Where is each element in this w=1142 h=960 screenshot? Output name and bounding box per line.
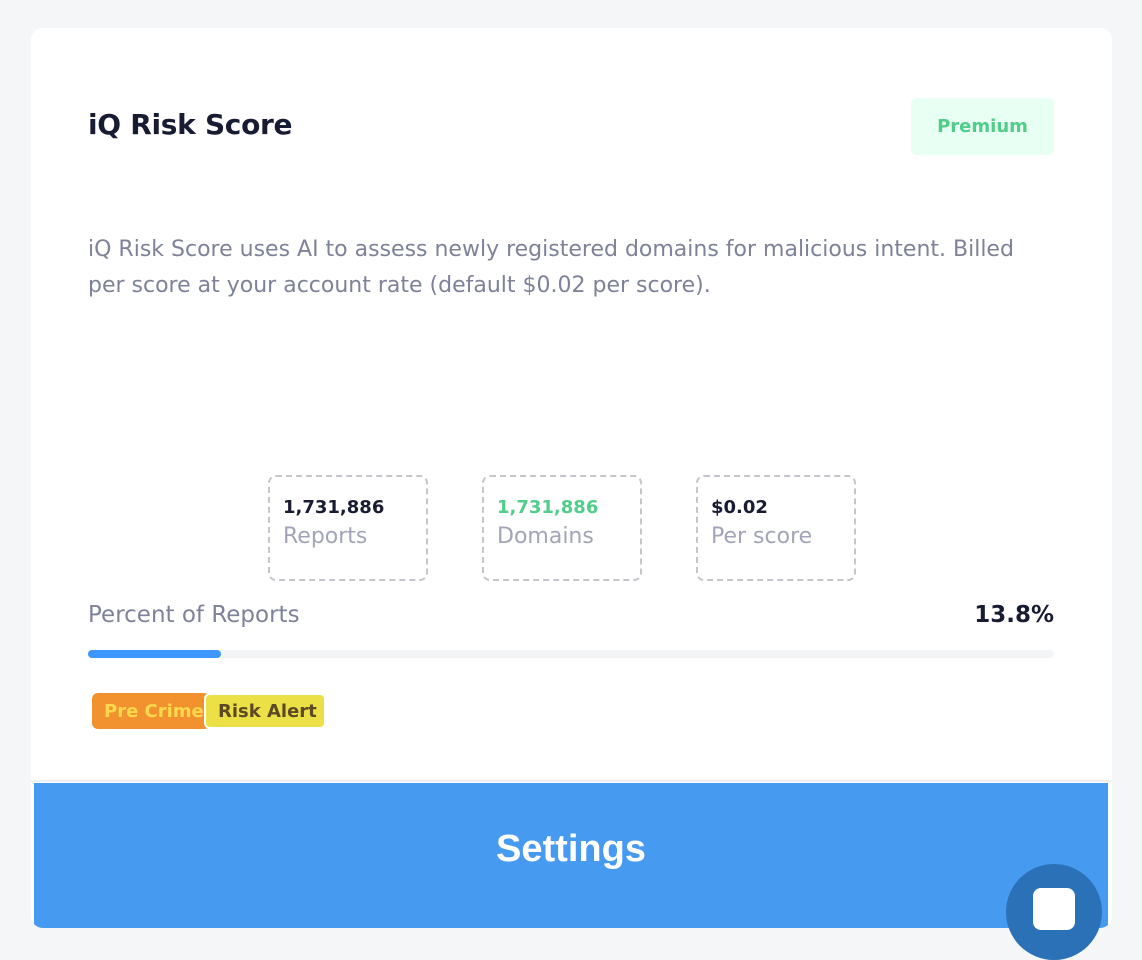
stat-reports-label: Reports — [283, 524, 368, 549]
stat-per-score: $0.02 Per score — [696, 475, 856, 581]
stat-reports-value: 1,731,886 — [283, 497, 385, 518]
premium-badge: Premium — [911, 98, 1054, 155]
stat-domains-value: 1,731,886 — [497, 497, 599, 518]
stat-reports: 1,731,886 Reports — [268, 475, 428, 581]
stat-per-score-label: Per score — [711, 524, 813, 549]
stat-per-score-value: $0.02 — [711, 497, 768, 518]
stat-domains: 1,731,886 Domains — [482, 475, 642, 581]
divider — [31, 780, 1112, 782]
tag-risk-alert: Risk Alert — [204, 693, 326, 729]
card-description: iQ Risk Score uses AI to assess newly re… — [88, 237, 1014, 298]
progress-bar — [88, 650, 1054, 658]
tag-pre-crime: Pre Crime — [92, 693, 210, 729]
card-title: iQ Risk Score — [88, 108, 293, 141]
chat-icon — [1033, 888, 1075, 930]
progress-fill — [88, 650, 222, 658]
settings-button[interactable]: Settings — [34, 783, 1108, 928]
stat-domains-label: Domains — [497, 524, 594, 549]
percent-value: 13.8% — [974, 602, 1054, 628]
product-card: iQ Risk Score Premium iQ Risk Score uses… — [31, 28, 1112, 928]
percent-label: Percent of Reports — [88, 602, 300, 628]
chat-launcher-button[interactable] — [1006, 864, 1102, 960]
